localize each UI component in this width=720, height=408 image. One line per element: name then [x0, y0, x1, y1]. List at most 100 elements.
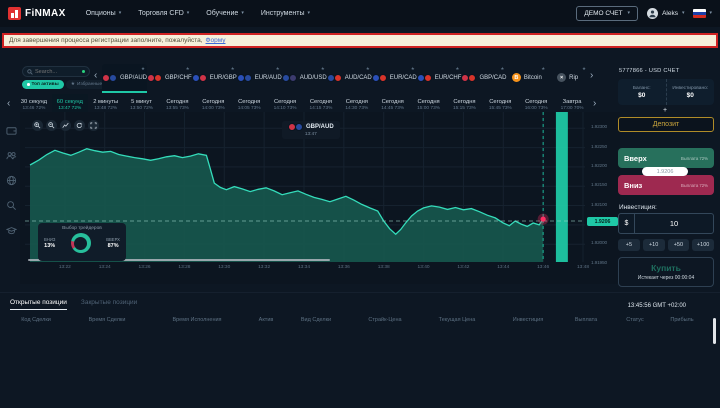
history-button[interactable] — [74, 120, 85, 131]
chevron-down-icon: ▾ — [241, 11, 244, 16]
asset-tab-eur-aud[interactable]: EUR/AUD★ — [237, 64, 282, 93]
put-down-button[interactable]: Вниз Выплата 72% — [618, 175, 714, 195]
trading-app: FiNMAX Опционы▾ Торговля CFD▾ Обучение▾ Инс… — [0, 0, 720, 408]
expiry-name: 60 секунд — [57, 99, 83, 105]
favorite-star-icon[interactable]: ★ — [582, 66, 586, 72]
traders-choice-widget: Выбор трейдеров ВНИЗ13% ВВЕРХ87% — [38, 223, 126, 261]
deposit-button[interactable]: Депозит — [618, 117, 714, 132]
asset-tab-gbp-aud[interactable]: GBP/AUD★ — [102, 64, 147, 93]
asset-tab-aud-cad[interactable]: AUD/CAD★ — [327, 64, 372, 93]
notice-form-link[interactable]: Форму — [206, 37, 226, 44]
nav-item-0[interactable]: Опционы▾ — [86, 10, 121, 17]
help-search-icon[interactable] — [5, 199, 17, 211]
asset-tab-gbp-chf[interactable]: GBP/CHF★ — [147, 64, 192, 93]
expiry-name: Сегодня — [525, 99, 547, 105]
chevron-down-icon: ▾ — [709, 11, 712, 16]
quick-amount-50[interactable]: +50 — [668, 239, 690, 251]
expiry-time-payout: 15:15 73% — [453, 106, 476, 111]
flag-icon — [109, 74, 117, 82]
buy-button[interactable]: Купить Истекает через 00:00:04 — [618, 257, 714, 287]
finmax-logo[interactable]: FiNMAX — [8, 7, 66, 20]
flag-icon — [468, 74, 476, 82]
favorite-star-icon[interactable]: ★ — [455, 66, 459, 72]
dot-icon — [27, 83, 30, 86]
nav-item-2[interactable]: Обучение▾ — [206, 10, 244, 17]
education-icon[interactable] — [5, 224, 17, 236]
expiry-name: Сегодня — [238, 99, 260, 105]
language-menu[interactable]: ▾ — [693, 9, 712, 18]
up-payout: Выплата 72% — [681, 156, 708, 161]
avatar — [647, 8, 658, 19]
time-tick-label: 13:22 — [50, 265, 80, 270]
registration-notice: Для завершения процесса регистрации запо… — [2, 33, 718, 48]
favorite-star-icon[interactable]: ★ — [141, 66, 145, 72]
asset-tab-eur-cad[interactable]: EUR/CAD★ — [372, 64, 417, 93]
asset-tab-eur-gbp[interactable]: EUR/GBP★ — [192, 64, 237, 93]
flag-icon — [289, 74, 297, 82]
zoom-out-button[interactable] — [46, 120, 57, 131]
asset-search — [22, 66, 90, 77]
chart-type-button[interactable] — [60, 120, 71, 131]
globe-icon[interactable] — [5, 174, 17, 186]
asset-tab-aud-usd[interactable]: AUD/USD★ — [282, 64, 327, 93]
nav-item-3[interactable]: Инструменты▾ — [261, 10, 310, 17]
filter-favorites[interactable]: ★Избранные — [66, 80, 107, 89]
quick-amount-10[interactable]: +10 — [643, 239, 665, 251]
expiry-name: Сегодня — [417, 99, 439, 105]
traders-icon[interactable] — [5, 149, 17, 161]
currency-symbol: $ — [619, 214, 635, 233]
fullscreen-button[interactable] — [88, 120, 99, 131]
asset-tab-rip[interactable]: ×Rip★ — [547, 64, 588, 93]
quick-amount-100[interactable]: +100 — [692, 239, 714, 251]
favorite-star-icon[interactable]: ★ — [411, 66, 415, 72]
favorite-star-icon[interactable]: ★ — [366, 66, 370, 72]
favorite-star-icon[interactable]: ★ — [276, 66, 280, 72]
call-up-button[interactable]: Вверх Выплата 72% — [618, 148, 714, 168]
time-tick-label: 13:30 — [209, 265, 239, 270]
demo-account-button[interactable]: ДЕМО СЧЕТ ▾ — [576, 6, 638, 21]
favorite-star-icon[interactable]: ★ — [186, 66, 190, 72]
down-percent: 13% — [44, 243, 55, 249]
expiry-name: 2 минуты — [93, 99, 118, 105]
expiry-time-payout: 16:00 73% — [525, 106, 548, 111]
chevron-down-icon: ▾ — [628, 11, 631, 16]
favorite-star-icon[interactable]: ★ — [321, 66, 325, 72]
tab-open-positions[interactable]: Открытые позиции — [10, 299, 67, 310]
price-tick-label: 1.92000 — [591, 241, 607, 246]
user-menu[interactable]: Aleks ▾ — [647, 8, 684, 19]
expiry-name: Сегодня — [453, 99, 475, 105]
expiry-time-payout: 13:48 72% — [94, 106, 117, 111]
favorite-star-icon[interactable]: ★ — [231, 66, 235, 72]
time-tick-label: 13:46 — [528, 265, 558, 270]
tab-closed-positions[interactable]: Закрытые позиции — [81, 299, 137, 310]
wallet-icon[interactable] — [5, 124, 17, 136]
favorite-star-icon[interactable]: ★ — [541, 66, 545, 72]
asset-tab-gbp-cad[interactable]: GBP/CAD★ — [461, 64, 506, 93]
quick-amount-5[interactable]: +5 — [618, 239, 640, 251]
expiry-time-payout: 14:15 73% — [309, 106, 332, 111]
account-number[interactable]: 5777866 - USD СЧЕТ — [619, 68, 679, 74]
assets-scroll-left[interactable]: ‹ — [94, 71, 97, 81]
filter-top-assets[interactable]: Топ активы — [22, 80, 64, 89]
positions-scrollbar[interactable] — [713, 318, 716, 344]
up-label: ВВЕРХ — [106, 237, 120, 242]
investment-amount-input[interactable] — [635, 214, 713, 233]
search-input[interactable] — [35, 69, 80, 75]
price-tick-label: 1.92150 — [591, 183, 607, 188]
expiry-name: Сегодня — [489, 99, 511, 105]
favorite-star-icon[interactable]: ★ — [500, 66, 504, 72]
nav-item-label: Инструменты — [261, 10, 305, 17]
asset-tab-eur-chf[interactable]: EUR/CHF★ — [417, 64, 462, 93]
assets-scroll-right[interactable]: › — [590, 71, 593, 81]
time-tick-label: 13:44 — [488, 265, 518, 270]
down-button-label: Вниз — [624, 181, 642, 190]
expiry-scroll-left[interactable]: ‹ — [7, 99, 10, 109]
online-dot-icon — [82, 70, 85, 73]
zoom-in-button[interactable] — [32, 120, 43, 131]
expand-balance-button[interactable]: + — [612, 107, 718, 114]
asset-tab-bitcoin[interactable]: BBitcoin★ — [506, 64, 547, 93]
time-tick-label: 13:36 — [329, 265, 359, 270]
nav-item-1[interactable]: Торговля CFD▾ — [138, 10, 189, 17]
user-name: Aleks — [662, 10, 678, 17]
expiry-scroll-right[interactable]: › — [593, 99, 596, 109]
